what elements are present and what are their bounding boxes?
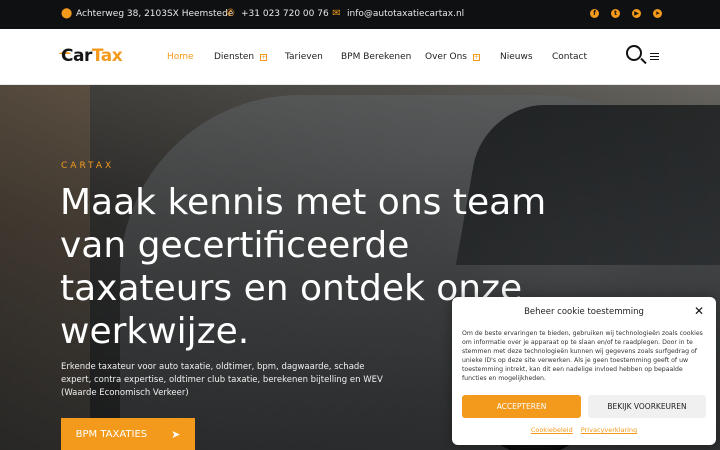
address-text: Achterweg 38, 2103SX Heemstede — [76, 9, 234, 19]
nav-label: BPM Berekenen — [341, 52, 412, 62]
cookie-title: Beheer cookie toestemming — [524, 307, 644, 317]
view-preferences-button[interactable]: BEKIJK VOORKEUREN — [588, 395, 706, 418]
email-icon: ✉ — [332, 8, 341, 19]
social-links: f t ▶ ➤ — [590, 9, 662, 18]
close-icon[interactable]: ✕ — [694, 304, 704, 318]
address-item: ⬤ Achterweg 38, 2103SX Heemstede — [61, 8, 234, 20]
site-logo[interactable]: CarTax — [61, 46, 123, 66]
logo-tax-text: Tax — [91, 46, 123, 66]
nav-item-over-ons[interactable]: Over Ons + — [425, 52, 480, 62]
cookie-links: Cookiebeleid Privacyverklaring — [452, 426, 716, 434]
nav-label: Tarieven — [285, 52, 323, 62]
send-icon: ➤ — [171, 427, 181, 441]
nav-item-home[interactable]: Home — [167, 52, 194, 62]
youtube-icon[interactable]: ▶ — [632, 9, 641, 18]
phone-text[interactable]: +31 023 720 00 76 — [241, 9, 329, 19]
main-navbar: CarTax Home Diensten + Tarieven BPM Berek… — [0, 29, 720, 85]
cta-label: BPM TAXATIES — [75, 428, 148, 440]
hero-eyebrow: CARTAX — [61, 161, 115, 171]
nav-item-bpm-berekenen[interactable]: BPM Berekenen — [341, 52, 411, 62]
phone-item[interactable]: ✆ +31 023 720 00 76 — [226, 8, 329, 20]
logo-car-text: Car — [61, 46, 92, 66]
twitter-icon[interactable]: t — [611, 9, 620, 18]
nav-item-tarieven[interactable]: Tarieven — [285, 52, 323, 62]
nav-label: Home — [167, 52, 194, 62]
nav-item-diensten[interactable]: Diensten + — [214, 52, 268, 62]
map-pin-icon: ⬤ — [61, 8, 73, 19]
cookie-body: Om de beste ervaringen te bieden, gebrui… — [462, 330, 703, 382]
nav-label: Diensten — [214, 52, 255, 62]
bpm-taxaties-button[interactable]: BPM TAXATIES ➤ — [61, 418, 195, 450]
top-bar: ⬤ Achterweg 38, 2103SX Heemstede ✆ +31 0… — [0, 0, 720, 29]
email-text[interactable]: info@autotaxatiecartax.nl — [347, 9, 464, 19]
nav-label: Nieuws — [500, 52, 533, 62]
nav-item-contact[interactable]: Contact — [552, 52, 587, 62]
cookie-policy-link[interactable]: Cookiebeleid — [531, 426, 573, 434]
email-item[interactable]: ✉ info@autotaxatiecartax.nl — [332, 8, 464, 20]
search-handle — [640, 57, 647, 65]
nav-label: Over Ons — [425, 52, 467, 62]
phone-icon: ✆ — [226, 8, 235, 19]
search-icon[interactable] — [626, 45, 647, 65]
submenu-plus-icon: + — [473, 53, 480, 61]
nav-label: Contact — [552, 52, 588, 62]
nav-item-nieuws[interactable]: Nieuws — [500, 52, 533, 62]
hero-lede: Erkende taxateur voor auto taxatie, oldt… — [61, 362, 383, 398]
accept-cookies-button[interactable]: ACCEPTEREN — [462, 395, 581, 418]
cookie-consent-dialog: Beheer cookie toestemming ✕ Om de beste … — [452, 297, 716, 445]
telegram-icon[interactable]: ➤ — [653, 9, 662, 18]
facebook-icon[interactable]: f — [590, 9, 599, 18]
hamburger-icon[interactable] — [650, 53, 659, 62]
submenu-plus-icon: + — [260, 53, 268, 61]
privacy-statement-link[interactable]: Privacyverklaring — [581, 426, 637, 434]
